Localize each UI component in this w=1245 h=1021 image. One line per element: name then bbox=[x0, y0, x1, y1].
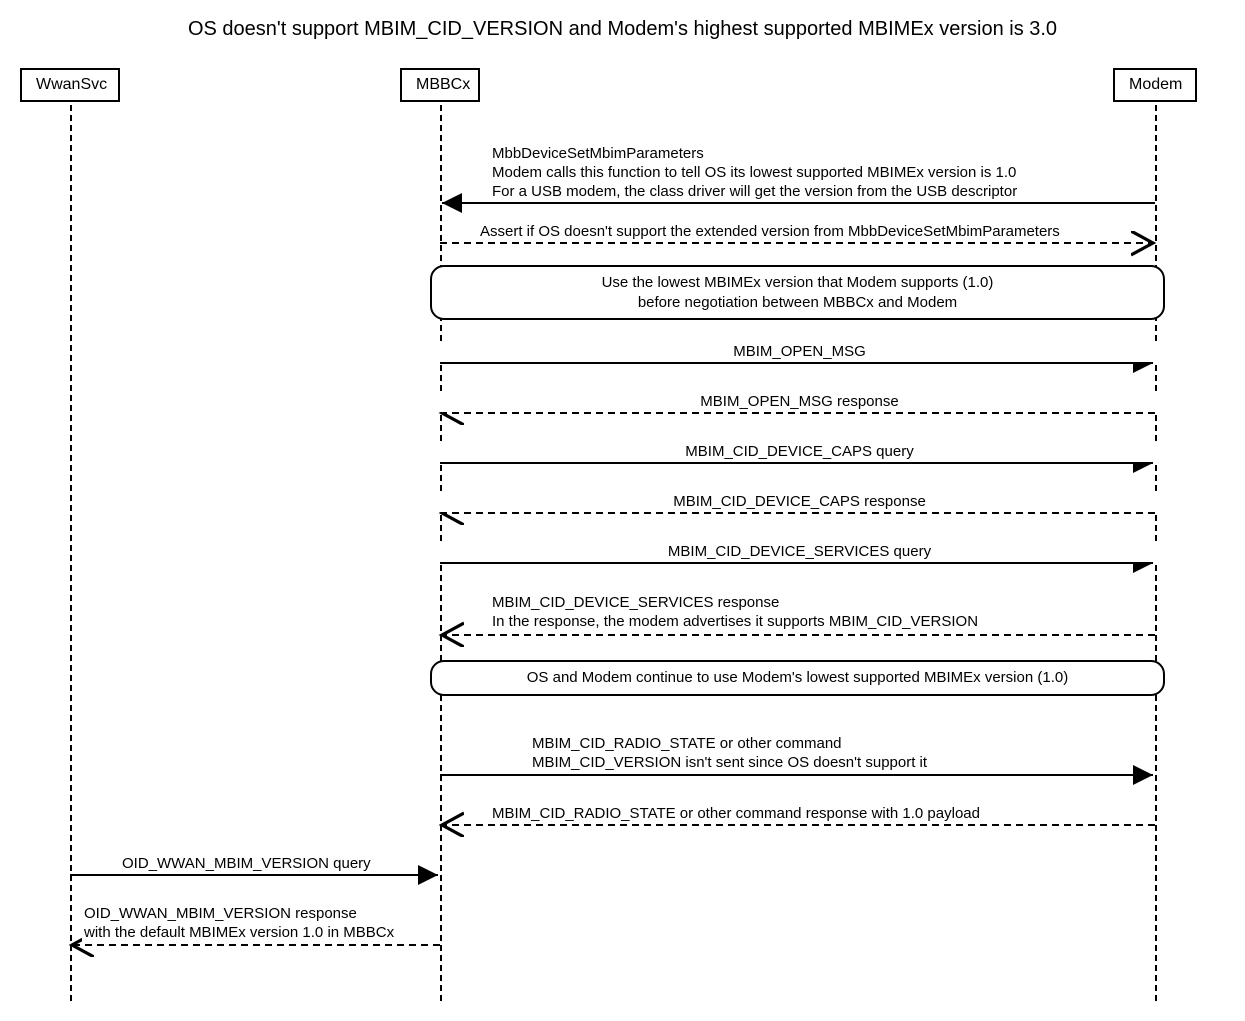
msg-open-resp: MBIM_OPEN_MSG response bbox=[440, 393, 1159, 412]
msg-svcs-query: MBIM_CID_DEVICE_SERVICES query bbox=[440, 543, 1159, 562]
msg-oid-resp: OID_WWAN_MBIM_VERSION response with the … bbox=[82, 905, 396, 943]
msg-caps-resp: MBIM_CID_DEVICE_CAPS response bbox=[440, 493, 1159, 512]
msg-svcs-resp: MBIM_CID_DEVICE_SERVICES response In the… bbox=[490, 594, 980, 632]
note-continue-lowest: OS and Modem continue to use Modem's low… bbox=[430, 660, 1165, 696]
note-use-lowest: Use the lowest MBIMEx version that Modem… bbox=[430, 265, 1165, 320]
msg-open: MBIM_OPEN_MSG bbox=[440, 343, 1159, 362]
diagram-title: OS doesn't support MBIM_CID_VERSION and … bbox=[0, 18, 1245, 41]
msg-oid-query: OID_WWAN_MBIM_VERSION query bbox=[120, 855, 373, 874]
msg-caps-query: MBIM_CID_DEVICE_CAPS query bbox=[440, 443, 1159, 462]
msg-radio-state: MBIM_CID_RADIO_STATE or other command MB… bbox=[530, 735, 929, 773]
participant-modem: Modem bbox=[1113, 68, 1197, 102]
participant-mbbcx: MBBCx bbox=[400, 68, 480, 102]
msg-radio-resp: MBIM_CID_RADIO_STATE or other command re… bbox=[490, 805, 982, 824]
participant-wwansvc: WwanSvc bbox=[20, 68, 120, 102]
msg-assert: Assert if OS doesn't support the extende… bbox=[478, 223, 1062, 242]
msg-mbb-set-params: MbbDeviceSetMbimParameters Modem calls t… bbox=[490, 145, 1019, 201]
sequence-diagram: OS doesn't support MBIM_CID_VERSION and … bbox=[0, 0, 1245, 1021]
lifeline-wwansvc bbox=[70, 105, 72, 1001]
